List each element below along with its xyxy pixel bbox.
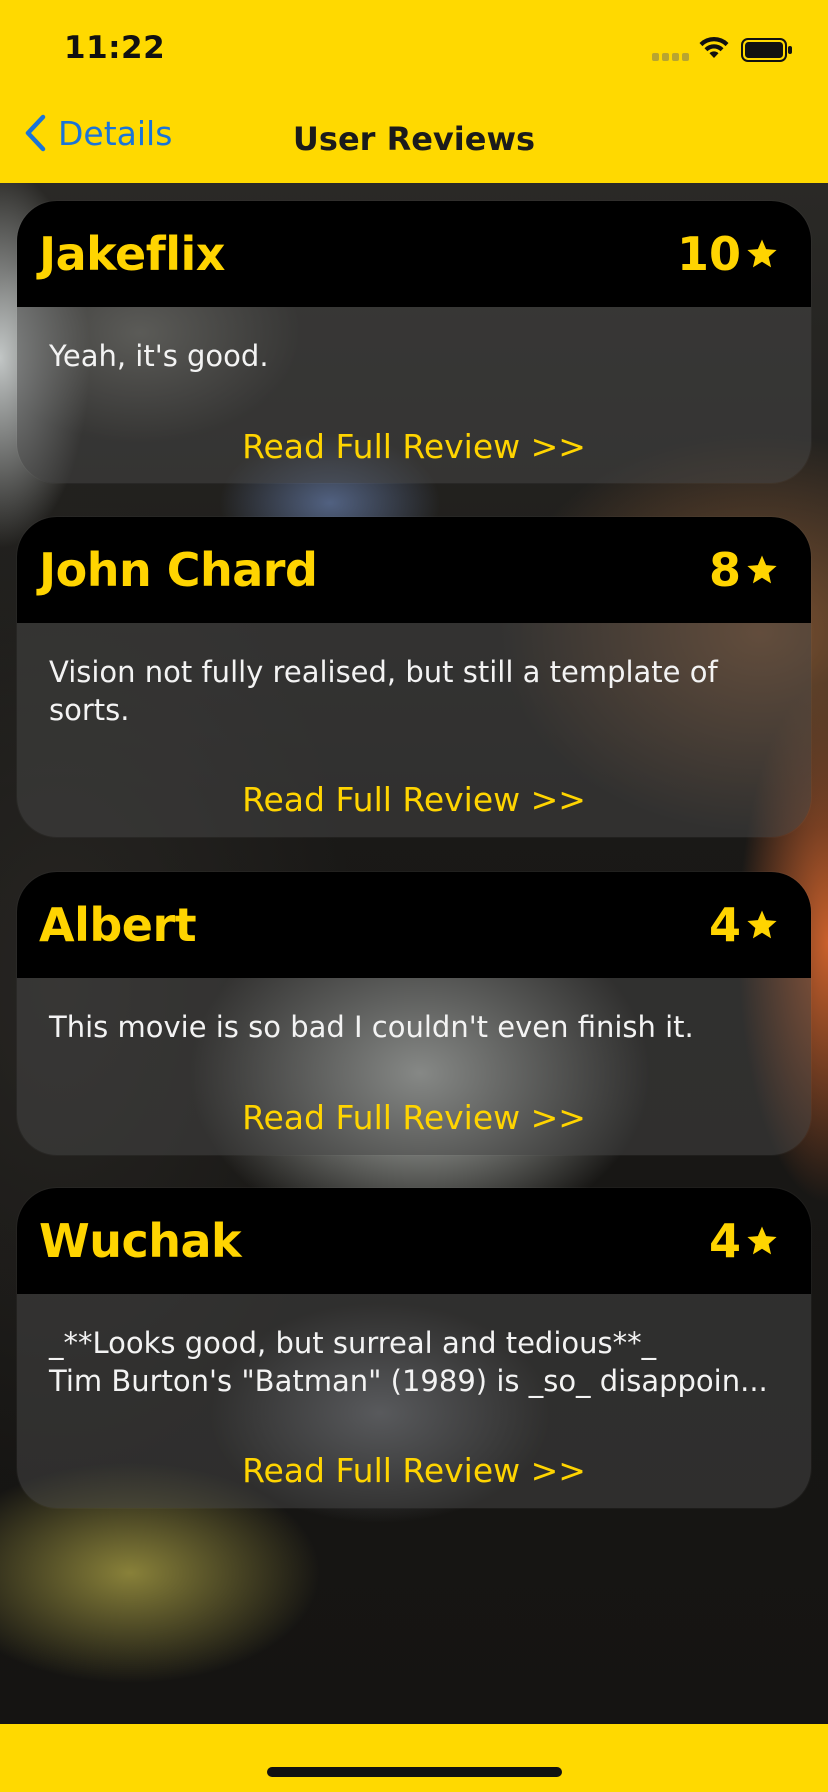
star-icon xyxy=(747,239,777,268)
star-icon xyxy=(747,1226,777,1255)
review-rating-value: 4 xyxy=(708,1214,741,1268)
review-author: John Chard xyxy=(39,543,318,597)
status-bar: 11:22 xyxy=(0,0,828,88)
review-author: Jakeflix xyxy=(39,227,225,281)
status-time: 11:22 xyxy=(64,30,166,66)
review-rating: 8 xyxy=(709,543,779,597)
review-card-header: Wuchak 4 xyxy=(17,1188,811,1294)
review-card-header: Jakeflix 10 xyxy=(17,201,811,307)
battery-icon xyxy=(741,38,792,62)
star-icon xyxy=(747,555,777,584)
review-author: Wuchak xyxy=(39,1214,242,1268)
star-icon xyxy=(747,910,777,939)
review-rating-value: 10 xyxy=(676,227,741,281)
read-full-review-link[interactable]: Read Full Review >> xyxy=(17,1451,811,1490)
review-card: Wuchak 4 _**Looks good, but surreal and … xyxy=(17,1188,811,1508)
review-excerpt: _**Looks good, but surreal and tedious**… xyxy=(49,1326,768,1398)
home-indicator[interactable] xyxy=(267,1767,562,1777)
cellular-signal-icon xyxy=(652,53,689,61)
review-rating-value: 8 xyxy=(708,543,741,597)
review-rating: 10 xyxy=(677,227,779,281)
review-card-header: Albert 4 xyxy=(17,872,811,978)
review-card-header: John Chard 8 xyxy=(17,517,811,623)
review-rating: 4 xyxy=(709,898,779,952)
review-rating-value: 4 xyxy=(708,898,741,952)
read-full-review-link[interactable]: Read Full Review >> xyxy=(17,780,811,819)
review-card: Jakeflix 10 Yeah, it's good. Read Full R… xyxy=(17,201,811,483)
review-author: Albert xyxy=(39,898,197,952)
navigation-bar: Details User Reviews xyxy=(0,88,828,183)
bottom-bar xyxy=(0,1724,828,1792)
read-full-review-link[interactable]: Read Full Review >> xyxy=(17,427,811,466)
review-excerpt: Yeah, it's good. xyxy=(49,339,269,373)
page-title: User Reviews xyxy=(292,120,536,158)
read-full-review-link[interactable]: Read Full Review >> xyxy=(17,1098,811,1137)
review-card: Albert 4 This movie is so bad I couldn't… xyxy=(17,872,811,1155)
wifi-icon xyxy=(699,36,729,58)
review-rating: 4 xyxy=(709,1214,779,1268)
review-excerpt: This movie is so bad I couldn't even fin… xyxy=(49,1010,694,1044)
review-card: John Chard 8 Vision not fully realised, … xyxy=(17,517,811,837)
review-excerpt: Vision not fully realised, but still a t… xyxy=(49,655,718,727)
